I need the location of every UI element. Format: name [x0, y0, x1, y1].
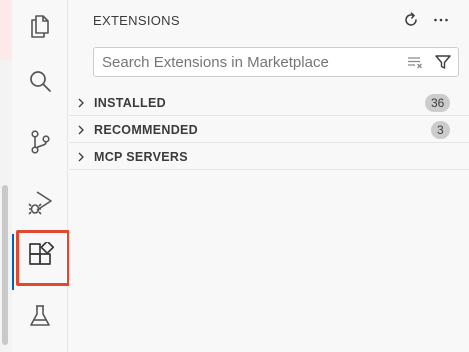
- source-control-icon: [31, 130, 50, 154]
- filter-icon: [435, 55, 451, 69]
- extensions-sidebar: EXTENSIONS Search Extensions in Marketpl…: [69, 0, 469, 352]
- chevron-right-icon: [78, 98, 84, 108]
- clear-filter-icon: [408, 57, 422, 69]
- scrollbar-thumb[interactable]: [2, 185, 8, 345]
- search-icon: [30, 71, 51, 92]
- more-actions-button[interactable]: [431, 10, 451, 30]
- more-actions-icon: [434, 18, 448, 22]
- activity-search[interactable]: [12, 58, 68, 106]
- chevron-right-icon: [78, 152, 84, 162]
- section-installed-label: INSTALLED: [94, 96, 166, 110]
- section-mcp-servers-label: MCP SERVERS: [94, 150, 188, 164]
- installed-count-badge: 36: [425, 94, 451, 112]
- section-installed[interactable]: INSTALLED 36: [69, 90, 469, 116]
- filter-button[interactable]: [434, 53, 452, 71]
- refresh-icon: [405, 12, 417, 26]
- activity-explorer[interactable]: [12, 2, 68, 50]
- sidebar-header: EXTENSIONS: [69, 0, 469, 38]
- section-recommended[interactable]: RECOMMENDED 3: [69, 117, 469, 143]
- run-debug-icon: [28, 191, 52, 215]
- editor-edge-tint: [0, 0, 12, 60]
- testing-icon: [30, 305, 50, 326]
- clear-filter-button[interactable]: [406, 53, 424, 71]
- explorer-icon: [31, 15, 49, 38]
- activity-bar: [12, 0, 68, 352]
- search-box: [93, 47, 459, 77]
- section-mcp-servers[interactable]: MCP SERVERS: [69, 144, 469, 170]
- section-recommended-label: RECOMMENDED: [94, 123, 198, 137]
- activity-testing[interactable]: [12, 292, 68, 340]
- sidebar-title: EXTENSIONS: [93, 13, 180, 28]
- recommended-count-badge: 3: [431, 121, 450, 139]
- chevron-right-icon: [78, 125, 84, 135]
- activity-source-control[interactable]: [12, 118, 68, 166]
- search-extensions-input[interactable]: [94, 48, 394, 76]
- extensions-highlight-box: [16, 230, 70, 286]
- activity-run-debug[interactable]: [12, 178, 68, 226]
- refresh-button[interactable]: [401, 10, 421, 30]
- editor-edge: [0, 0, 12, 352]
